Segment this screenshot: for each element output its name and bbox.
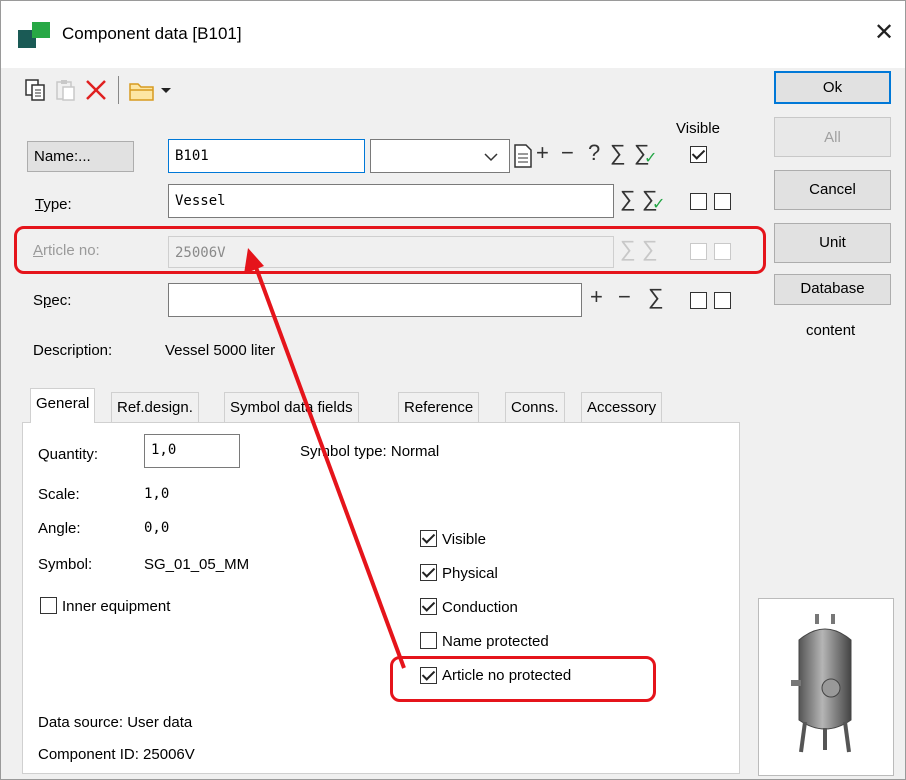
article-label: Article no: — [33, 242, 100, 259]
sum-check-icon[interactable]: ∑ ✓ — [634, 140, 657, 167]
inner-equipment-checkbox[interactable] — [40, 597, 57, 614]
dropdown-arrow-icon[interactable] — [160, 86, 172, 96]
type-sum-icon[interactable]: ∑ — [620, 186, 636, 212]
inner-equipment-label: Inner equipment — [62, 598, 171, 615]
copy-icon[interactable] — [24, 78, 48, 102]
folder-icon[interactable] — [128, 80, 156, 102]
all-button: All — [774, 117, 891, 157]
article-no-protected-checkbox[interactable] — [420, 667, 437, 684]
window-title: Component data [B101] — [62, 24, 242, 43]
add-icon[interactable]: + — [536, 140, 549, 166]
cancel-button[interactable]: Cancel — [774, 170, 891, 210]
name-visible-checkbox[interactable] — [690, 146, 707, 163]
name-protected-label: Name protected — [442, 633, 549, 650]
spec-add-icon[interactable]: + — [590, 284, 603, 310]
sum-icon[interactable]: ∑ — [610, 140, 626, 166]
database-content-label: content — [806, 322, 856, 339]
spec-remove-icon[interactable]: − — [618, 284, 631, 310]
delete-icon[interactable] — [84, 78, 108, 102]
paste-icon — [56, 80, 75, 101]
close-icon[interactable]: ✕ — [874, 18, 894, 47]
document-icon[interactable] — [512, 143, 534, 169]
toolbar-separator — [118, 76, 119, 104]
description-label: Description: — [33, 342, 113, 359]
vessel-preview-image — [791, 614, 852, 753]
type-label: Type: — [35, 196, 72, 213]
quantity-label: Quantity: — [38, 446, 99, 463]
type-input[interactable]: Vessel — [168, 184, 614, 218]
visible-checkbox-label: Visible — [442, 531, 486, 548]
description-value: Vessel 5000 liter — [165, 342, 276, 359]
spec-label: Spec: — [33, 292, 72, 309]
tab-general[interactable]: General — [30, 388, 96, 423]
ok-button[interactable]: Ok — [774, 71, 891, 104]
help-icon[interactable]: ? — [588, 140, 600, 166]
name-input[interactable]: B101 — [168, 139, 365, 173]
scale-value: 1,0 — [144, 486, 170, 502]
tab-conns[interactable]: Conns. — [505, 392, 565, 422]
symbol-type-text: Symbol type: Normal — [300, 443, 440, 460]
conduction-checkbox[interactable] — [420, 598, 437, 615]
app-logo-icon — [18, 22, 50, 48]
article-sum-check-icon: ∑ — [642, 236, 658, 261]
article-visible-checkbox — [690, 243, 707, 260]
quantity-input[interactable]: 1,0 — [144, 434, 240, 468]
type-visible-checkbox[interactable] — [690, 193, 707, 210]
symbol-label: Symbol: — [38, 556, 93, 573]
scale-label: Scale: — [38, 486, 80, 503]
spec-sum-icon[interactable]: ∑ — [648, 284, 664, 310]
article-no-protected-label: Article no protected — [442, 667, 572, 684]
spec-extra-checkbox[interactable] — [714, 292, 731, 309]
angle-value: 0,0 — [144, 520, 170, 536]
physical-checkbox[interactable] — [420, 564, 437, 581]
physical-checkbox-label: Physical — [442, 565, 498, 582]
chevron-down-icon[interactable] — [484, 152, 498, 162]
visible-column-label: Visible — [676, 120, 720, 137]
article-extra-checkbox — [714, 243, 731, 260]
remove-icon[interactable]: − — [561, 140, 574, 166]
tab-ref-design[interactable]: Ref.design. — [111, 392, 199, 422]
tab-accessory[interactable]: Accessory — [581, 392, 663, 422]
name-button[interactable]: Name:... — [27, 141, 134, 172]
visible-checkbox[interactable] — [420, 530, 437, 547]
database-button[interactable]: Database — [774, 274, 891, 305]
conduction-checkbox-label: Conduction — [442, 599, 518, 616]
data-source-text: Data source: User data — [38, 714, 193, 731]
name-protected-checkbox[interactable] — [420, 632, 437, 649]
angle-label: Angle: — [38, 520, 81, 537]
unit-button[interactable]: Unit — [774, 223, 891, 263]
article-sum-icon: ∑ — [620, 236, 636, 261]
tab-symbol-data-fields[interactable]: Symbol data fields — [224, 392, 359, 422]
spec-visible-checkbox[interactable] — [690, 292, 707, 309]
spec-input[interactable] — [168, 283, 582, 317]
article-input: 25006V — [168, 236, 614, 268]
type-sum-check-icon[interactable]: ∑ ✓ — [642, 186, 665, 213]
symbol-value: SG_01_05_MM — [144, 556, 250, 573]
tab-reference[interactable]: Reference — [398, 392, 480, 422]
type-extra-checkbox[interactable] — [714, 193, 731, 210]
component-id-text: Component ID: 25006V — [38, 746, 195, 763]
